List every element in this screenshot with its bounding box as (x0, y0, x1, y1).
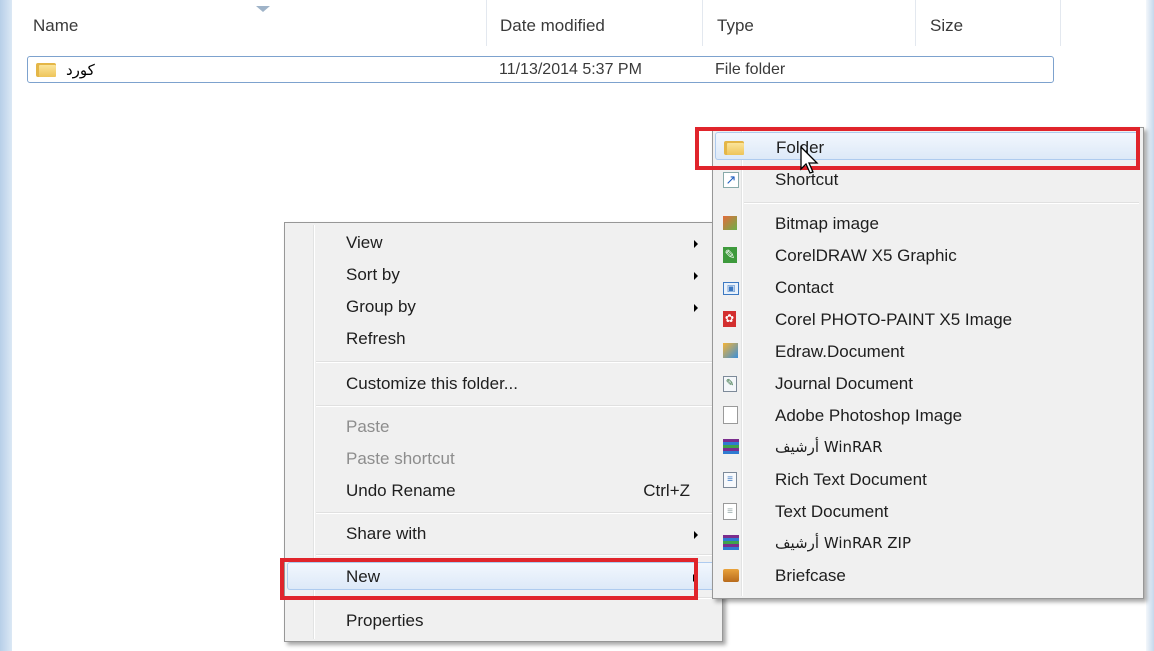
bitmap-image-icon (723, 216, 737, 230)
mouse-cursor-icon (800, 145, 819, 174)
menu-item-label: أرشيف WinRAR (775, 438, 883, 456)
menu-separator (316, 554, 716, 556)
highlight-box-new (280, 558, 698, 600)
menu-item-label: Corel PHOTO-PAINT X5 Image (775, 310, 1013, 329)
menu-item-properties[interactable]: Properties (287, 606, 718, 634)
menu-separator (316, 405, 716, 407)
new-journal-item[interactable]: ✎ Journal Document (715, 369, 1139, 397)
column-name[interactable]: Name (33, 16, 78, 36)
menu-item-label: Paste (346, 417, 390, 436)
menu-separator (316, 361, 716, 363)
submenu-arrow-icon (694, 531, 698, 539)
submenu-arrow-icon (694, 240, 698, 248)
column-divider[interactable] (915, 0, 916, 46)
folder-icon (36, 61, 56, 77)
menu-separator (744, 202, 1139, 204)
submenu-arrow-icon (694, 272, 698, 280)
menu-separator (316, 512, 716, 514)
menu-item-label: Journal Document (775, 374, 913, 393)
menu-item-paste[interactable]: Paste (287, 412, 718, 440)
menu-item-label: CorelDRAW X5 Graphic (775, 246, 957, 265)
new-contact-item[interactable]: ▣ Contact (715, 273, 1139, 301)
column-header: Name Date modified Type Size (12, 0, 1146, 48)
menu-item-label: Rich Text Document (775, 470, 927, 489)
column-type[interactable]: Type (717, 16, 754, 36)
new-briefcase-item[interactable]: Briefcase (715, 561, 1139, 589)
column-divider[interactable] (702, 0, 703, 46)
menu-item-label: Bitmap image (775, 214, 879, 233)
column-size[interactable]: Size (930, 16, 963, 36)
menu-item-label: Contact (775, 278, 834, 297)
coreldraw-icon: ✎ (723, 247, 737, 263)
menu-item-label: Group by (346, 297, 416, 316)
menu-item-view[interactable]: View (287, 228, 718, 256)
menu-item-label: Sort by (346, 265, 400, 284)
winrar-zip-icon (723, 535, 739, 550)
file-row[interactable]: کورد 11/13/2014 5:37 PM File folder (27, 56, 1054, 83)
edraw-document-icon (723, 343, 738, 358)
sort-indicator-icon (256, 6, 270, 12)
menu-item-label: View (346, 233, 383, 252)
menu-item-label: Briefcase (775, 566, 846, 585)
menu-item-shortcut-key: Ctrl+Z (643, 481, 690, 500)
menu-item-undo-rename[interactable]: Undo Rename Ctrl+Z (287, 476, 718, 504)
menu-item-group-by[interactable]: Group by (287, 292, 718, 320)
new-rtf-item[interactable]: ≡ Rich Text Document (715, 465, 1139, 493)
menu-item-sort-by[interactable]: Sort by (287, 260, 718, 288)
menu-item-label: Edraw.Document (775, 342, 905, 361)
menu-item-label: Share with (346, 524, 427, 543)
column-divider[interactable] (486, 0, 487, 46)
contact-card-icon: ▣ (723, 282, 739, 295)
menu-item-share-with[interactable]: Share with (287, 519, 718, 547)
photoshop-image-icon (723, 406, 738, 424)
new-corel-photopaint-item[interactable]: ✿ Corel PHOTO-PAINT X5 Image (715, 305, 1139, 333)
new-winrar-item[interactable]: أرشيف WinRAR (715, 433, 1139, 461)
menu-item-customize-folder[interactable]: Customize this folder... (287, 369, 718, 397)
menu-item-label: أرشيف WinRAR ZIP (775, 534, 912, 552)
winrar-archive-icon (723, 439, 739, 454)
menu-item-label: Properties (346, 611, 424, 630)
menu-item-label: Customize this folder... (346, 374, 518, 393)
column-date-modified[interactable]: Date modified (500, 16, 605, 36)
new-winrar-zip-item[interactable]: أرشيف WinRAR ZIP (715, 529, 1139, 557)
column-divider[interactable] (1060, 0, 1061, 46)
shortcut-icon: ↗ (723, 172, 739, 188)
menu-item-paste-shortcut[interactable]: Paste shortcut (287, 444, 718, 472)
menu-item-label: Text Document (775, 502, 889, 521)
menu-item-refresh[interactable]: Refresh (287, 324, 718, 352)
file-type: File folder (715, 61, 786, 78)
new-text-item[interactable]: ≡ Text Document (715, 497, 1139, 525)
new-bitmap-item[interactable]: Bitmap image (715, 209, 1139, 237)
rich-text-document-icon: ≡ (723, 472, 737, 488)
file-name: کورد (66, 61, 95, 79)
text-document-icon: ≡ (723, 503, 737, 520)
corel-photopaint-icon: ✿ (723, 311, 736, 327)
new-photoshop-item[interactable]: Adobe Photoshop Image (715, 401, 1139, 429)
submenu-arrow-icon (694, 304, 698, 312)
highlight-box-folder (695, 127, 1140, 170)
new-coreldraw-item[interactable]: ✎ CorelDRAW X5 Graphic (715, 241, 1139, 269)
window-right-edge (1146, 0, 1154, 651)
briefcase-icon (723, 569, 739, 582)
new-edraw-item[interactable]: Edraw.Document (715, 337, 1139, 365)
menu-item-label: Undo Rename (346, 481, 456, 500)
new-submenu: Folder ↗ Shortcut Bitmap image ✎ CorelDR… (712, 127, 1144, 599)
file-date-modified: 11/13/2014 5:37 PM (499, 61, 642, 78)
menu-item-label: Paste shortcut (346, 449, 455, 468)
menu-item-label: Refresh (346, 329, 406, 348)
window-left-edge (0, 0, 12, 651)
journal-document-icon: ✎ (723, 376, 737, 392)
menu-item-label: Adobe Photoshop Image (775, 406, 963, 425)
